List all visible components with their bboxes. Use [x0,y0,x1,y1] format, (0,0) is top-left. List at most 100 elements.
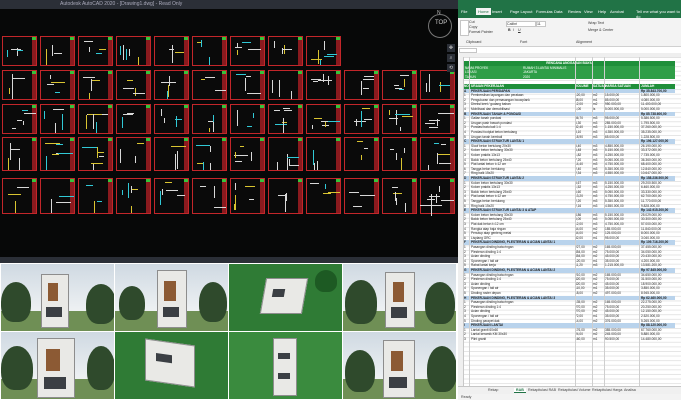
excel-title-bar [458,0,681,8]
drawing-sheet [154,137,189,171]
ribbon-tab-bar: File Home Insert Page Layout Formulas Data Rev… [458,8,681,19]
drawing-sheet [154,178,189,214]
drawing-sheet [268,36,303,66]
drawing-sheet [382,178,417,214]
ribbon-tab-home[interactable]: Home [476,8,491,15]
drawing-sheet [154,36,189,66]
alignment-group-label: Alignment [576,40,592,44]
drawing-sheet [420,178,455,214]
sheet-tab-rekapitulasi-rab[interactable]: Rekapitulasi RAB [528,388,556,392]
drawing-sheet [192,70,227,100]
drawing-sheet [78,36,113,66]
row-unit: m1 [593,337,598,341]
sheet-tab-rekap[interactable]: Rekap [488,388,498,392]
render-gallery [0,263,458,400]
drawing-sheet [40,36,75,66]
italic-button[interactable]: I [513,28,514,32]
drawing-sheet [154,104,189,134]
ribbon-tab-data[interactable]: Data [554,9,562,14]
font-group-label: Font [520,40,528,44]
render-front-perspective [1,264,114,331]
drawing-sheet [192,36,227,66]
drawing-sheet [230,36,265,66]
render-street-view [343,332,456,399]
drawing-canvas[interactable] [0,9,458,263]
ribbon-tab-help[interactable]: Help [598,9,606,14]
row-headers [458,57,464,386]
drawing-sheet [78,104,113,134]
drawing-sheet [268,104,303,134]
ribbon-tab-insert[interactable]: Insert [492,9,502,14]
format-painter-button[interactable]: Format Painter [469,30,493,34]
grid-column-line [604,57,605,386]
drawing-sheet [2,70,37,100]
drawing-sheet [116,104,151,134]
viewcube[interactable]: TOP [428,14,452,38]
bold-button[interactable]: B [508,28,511,32]
ribbon-tab-review[interactable]: Review [568,9,581,14]
drawing-sheet [2,178,37,214]
paste-icon[interactable] [460,20,469,36]
zoom-icon[interactable]: ⌕ [447,54,455,62]
ribbon-home: Cut Copy Format Painter Clipboard Calibr… [458,18,681,47]
orbit-icon[interactable]: ⟲ [447,64,455,72]
info-label: TAHUN [465,74,476,79]
drawing-sheet [2,137,37,171]
compass-north-label: N [437,10,441,16]
drawing-sheet [344,178,379,214]
drawing-sheet [230,178,265,214]
drawing-sheet [192,137,227,171]
ribbon-tab-acrobat[interactable]: Acrobat [610,9,624,14]
drawing-sheet [78,178,113,214]
row-number: 3 [464,337,466,341]
drawing-sheet [268,137,303,171]
render-front-view [115,264,228,331]
info-value: 2020 [523,74,531,79]
ribbon-tab-page-layout[interactable]: Page Layout [510,9,532,14]
project-info-row[interactable]: TAHUN 2020 [463,74,675,80]
drawing-sheet [116,137,151,171]
autocad-window-title: Autodesk AutoCAD 2020 - [Drawing1.dwg] -… [60,1,183,7]
ribbon-tab-view[interactable]: View [584,9,593,14]
ribbon-tab-file[interactable]: File [461,9,467,14]
spreadsheet-grid[interactable]: RENCANA ANGGARAN BIAYA NAMA PROYEK RUMAH 3… [458,57,681,386]
viewcube-label: TOP [435,20,448,26]
font-name-select[interactable]: Calibri [506,21,536,27]
render-roof-plan [229,332,342,399]
clipboard-group-label: Clipboard [466,40,482,44]
drawing-sheet [116,178,151,214]
drawing-sheet [2,36,37,66]
drawing-sheet [230,70,265,100]
drawing-sheet [192,178,227,214]
row-volume: 160,00 [575,337,585,341]
drawing-sheet [40,178,75,214]
grid-column-line [575,57,576,386]
grid-column-line [469,57,470,386]
pan-icon[interactable]: ✥ [447,44,455,52]
merge-center-button[interactable]: Merge & Center [588,28,613,32]
drawing-sheet [420,104,455,134]
drawing-sheet [116,70,151,100]
sheet-tab-rekapitulasi-harga[interactable]: Rekapitulasi Harga [592,388,622,392]
underline-button[interactable]: U [518,28,521,32]
drawing-sheet [40,104,75,134]
drawing-sheet [116,36,151,66]
drawing-sheet [306,137,341,171]
sheet-tab-rab[interactable]: RAB [514,388,526,393]
cut-button[interactable]: Cut [469,20,475,24]
drawing-sheet [268,70,303,100]
ribbon-tab-formulas[interactable]: Formulas [536,9,553,14]
drawing-sheet [230,104,265,134]
row-description: Plint granit [471,337,487,341]
autocad-title-bar: Autodesk AutoCAD 2020 - [Drawing1.dwg] -… [0,0,458,9]
sheet-tab-analisa[interactable]: Analisa [624,388,636,392]
font-size-select[interactable]: 11 [536,21,546,27]
render-aerial-view [229,264,342,331]
render-side-perspective [343,264,456,331]
table-row[interactable]: 3 Plint granit 160,00 m1 90.500,00 14.480.000… [463,337,675,342]
wrap-text-button[interactable]: Wrap Text [588,21,604,25]
copy-button[interactable]: Copy [469,25,477,29]
sheet-tab-rekapitulasi-volume[interactable]: Rekapitulasi Volume [558,388,591,392]
autocad-window: Autodesk AutoCAD 2020 - [Drawing1.dwg] -… [0,0,458,263]
drawing-sheet [40,70,75,100]
